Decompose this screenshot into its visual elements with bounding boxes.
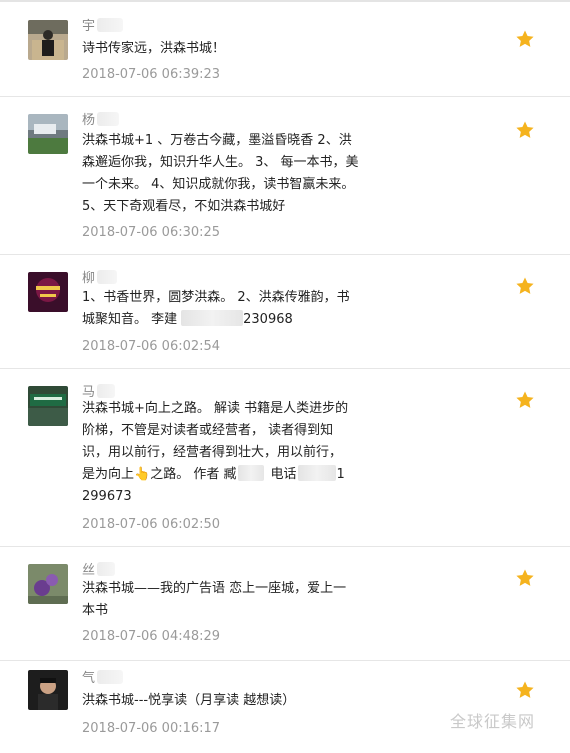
comment-item: 丝 洪森书城——我的广告语 恋上一座城，爱上一 本书 2018-07-06 04…: [0, 546, 570, 661]
comment-item: 气 洪森书城---悦享读（月享读 越想读） 2018-07-06 00:16:1…: [0, 660, 570, 753]
star-icon[interactable]: [515, 276, 535, 296]
avatar[interactable]: [28, 386, 68, 426]
star-icon[interactable]: [515, 29, 535, 49]
comment-item: 杨 洪森书城+1 、万卷古今藏，墨溢昏晓香 2、洪 森邂逅你我，知识升华人生。 …: [0, 96, 570, 255]
avatar[interactable]: [28, 272, 68, 312]
star-icon[interactable]: [515, 390, 535, 410]
avatar[interactable]: [28, 114, 68, 154]
star-icon[interactable]: [515, 568, 535, 588]
comment-item: 马 洪森书城+向上之路。 解读 书籍是人类进步的 阶梯，不管是对读者或经营者， …: [0, 368, 570, 547]
username[interactable]: 杨: [82, 112, 120, 130]
username[interactable]: 宇: [82, 18, 124, 36]
timestamp: 2018-07-06 00:16:17: [82, 721, 221, 736]
comment-text: 诗书传家远，洪森书城！: [82, 41, 226, 56]
comment-text: 1、书香世界，圆梦洪森。 2、洪森传雅韵，书 城聚知音。 李建 230968: [82, 290, 350, 327]
comment-text: 洪森书城——我的广告语 恋上一座城，爱上一 本书: [82, 581, 347, 618]
timestamp: 2018-07-06 06:39:23: [82, 67, 221, 82]
avatar[interactable]: [28, 564, 68, 604]
comment-text: 洪森书城+1 、万卷古今藏，墨溢昏晓香 2、洪 森邂逅你我，知识升华人生。 3、…: [82, 133, 359, 214]
timestamp: 2018-07-06 06:30:25: [82, 225, 221, 240]
timestamp: 2018-07-06 06:02:50: [82, 517, 221, 532]
comment-item: 柳 1、书香世界，圆梦洪森。 2、洪森传雅韵，书 城聚知音。 李建 230968 …: [0, 254, 570, 369]
avatar[interactable]: [28, 20, 68, 60]
comment-text: 洪森书城---悦享读（月享读 越想读）: [82, 693, 296, 708]
star-icon[interactable]: [515, 120, 535, 140]
comment-item: 宇 诗书传家远，洪森书城！ 2018-07-06 06:39:23: [0, 2, 570, 97]
username[interactable]: 柳: [82, 270, 118, 288]
timestamp: 2018-07-06 06:02:54: [82, 339, 221, 354]
pointing-hand-icon: 👆: [134, 467, 151, 482]
avatar[interactable]: [28, 670, 68, 710]
username[interactable]: 气: [82, 670, 124, 688]
comment-text: 洪森书城+向上之路。 解读 书籍是人类进步的 阶梯，不管是对读者或经营者， 读者…: [82, 401, 349, 504]
timestamp: 2018-07-06 04:48:29: [82, 629, 221, 644]
star-icon[interactable]: [515, 680, 535, 700]
watermark: 全球征集网: [450, 712, 536, 731]
